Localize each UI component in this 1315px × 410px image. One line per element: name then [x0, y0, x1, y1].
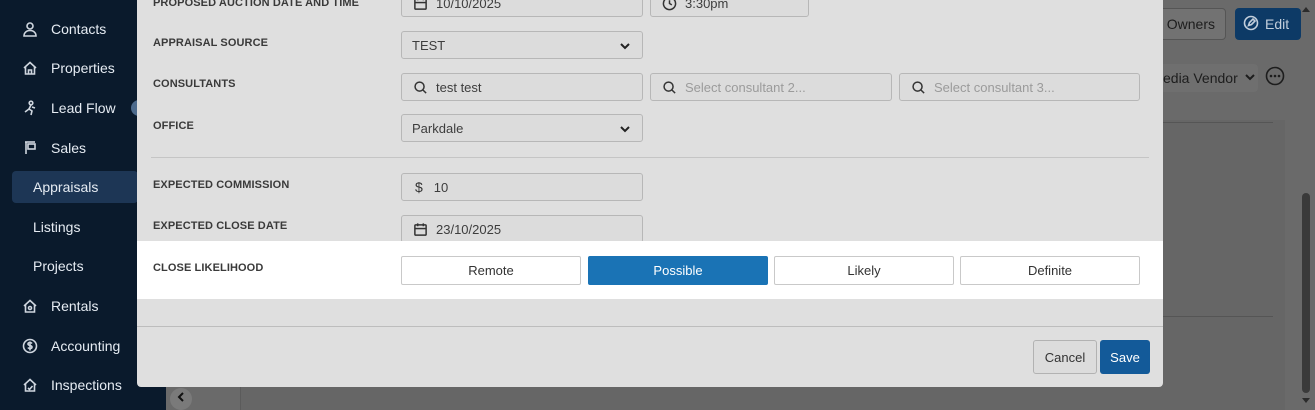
background-divider [1163, 316, 1273, 317]
home-icon [20, 58, 40, 78]
sidebar-item-label: Sales [51, 140, 87, 156]
consultant-2-placeholder: Select consultant 2... [685, 79, 806, 95]
rentals-house-icon [20, 296, 40, 316]
close-likelihood-row: CLOSE LIKELIHOOD Remote Possible Likely … [137, 241, 1163, 299]
footer-divider [137, 326, 1163, 327]
search-icon [661, 79, 677, 95]
office-label: OFFICE [153, 120, 194, 132]
expected-close-date-label: EXPECTED CLOSE DATE [153, 220, 288, 232]
page-scrollbar[interactable] [1301, 5, 1311, 405]
likelihood-definite-button[interactable]: Definite [960, 256, 1140, 285]
appraisal-source-select[interactable]: TEST [401, 31, 643, 59]
auction-time-field[interactable]: 3:30pm [650, 0, 809, 17]
sidebar-item-label: Listings [33, 219, 81, 235]
clock-icon [661, 0, 677, 11]
sidebar-item-label: Rentals [51, 298, 99, 314]
sidebar-item-label: Appraisals [33, 179, 99, 195]
search-icon [910, 79, 926, 95]
expected-close-date-value: 23/10/2025 [436, 221, 502, 237]
owners-button-label: Owners [1166, 16, 1215, 32]
sidebar-item-label: Properties [51, 60, 115, 76]
calendar-icon [412, 221, 428, 237]
inspections-house-icon [20, 375, 40, 395]
consultant-3-placeholder: Select consultant 3... [934, 79, 1055, 95]
auction-date-field[interactable]: 10/10/2025 [401, 0, 643, 17]
chevron-down-icon [618, 122, 632, 136]
lead-flow-icon [20, 98, 40, 118]
sidebar-item-label: Accounting [51, 338, 121, 354]
consultant-3-input[interactable]: Select consultant 3... [899, 73, 1140, 101]
auction-time-value: 3:30pm [685, 0, 729, 11]
dollar-sign: $ [415, 179, 423, 195]
sidebar-item-label: Inspections [51, 377, 122, 393]
more-options-icon[interactable] [1265, 66, 1285, 86]
save-button[interactable]: Save [1100, 340, 1150, 374]
search-icon [412, 79, 428, 95]
scroll-down-arrow[interactable] [1302, 398, 1310, 403]
chevron-down-icon [1244, 70, 1256, 86]
consultant-2-input[interactable]: Select consultant 2... [650, 73, 892, 101]
office-value: Parkdale [412, 120, 464, 136]
likelihood-remote-button[interactable]: Remote [401, 256, 581, 285]
appraisal-source-label: APPRAISAL SOURCE [153, 37, 269, 49]
close-likelihood-label: CLOSE LIKELIHOOD [153, 262, 264, 274]
consultant-1-value: test test [436, 79, 482, 95]
appraisal-source-value: TEST [412, 37, 446, 53]
expected-commission-input[interactable]: $ 10 [401, 173, 643, 201]
vendor-dropdown-label: edia Vendor [1163, 70, 1238, 86]
expected-close-date-field[interactable]: 23/10/2025 [401, 215, 643, 243]
calendar-icon [412, 0, 428, 11]
cancel-button[interactable]: Cancel [1033, 340, 1097, 374]
person-icon [20, 19, 40, 39]
consultants-label: CONSULTANTS [153, 78, 236, 90]
section-divider [151, 157, 1149, 158]
sales-sign-icon [20, 138, 40, 158]
sidebar-item-label: Projects [33, 258, 84, 274]
chevron-down-icon [618, 39, 632, 53]
auction-date-label: PROPOSED AUCTION DATE AND TIME [153, 0, 360, 9]
sidebar-item-label: Lead Flow [51, 100, 116, 116]
expected-commission-label: EXPECTED COMMISSION [153, 179, 290, 191]
expected-commission-value: 10 [433, 179, 449, 195]
auction-date-value: 10/10/2025 [436, 0, 502, 11]
chevron-left-icon [175, 390, 187, 408]
scroll-thumb[interactable] [1302, 193, 1310, 393]
consultant-1-input[interactable]: test test [401, 73, 643, 101]
edit-button-label: Edit [1265, 16, 1290, 32]
likelihood-possible-button[interactable]: Possible [588, 256, 768, 285]
sidebar-item-label: Contacts [51, 21, 107, 37]
office-select[interactable]: Parkdale [401, 114, 643, 142]
likelihood-likely-button[interactable]: Likely [774, 256, 954, 285]
appraisal-modal: PROPOSED AUCTION DATE AND TIME 10/10/202… [137, 0, 1163, 387]
background-divider [1163, 122, 1273, 123]
collapse-sidebar-button[interactable] [170, 388, 192, 410]
sidebar-item-appraisals[interactable]: Appraisals [12, 171, 138, 203]
vendor-dropdown[interactable]: edia Vendor [1163, 64, 1258, 92]
edit-button[interactable]: Edit [1235, 8, 1301, 40]
edit-icon [1243, 15, 1259, 34]
dollar-circle-icon [20, 336, 40, 356]
scroll-up-arrow[interactable] [1302, 7, 1310, 12]
